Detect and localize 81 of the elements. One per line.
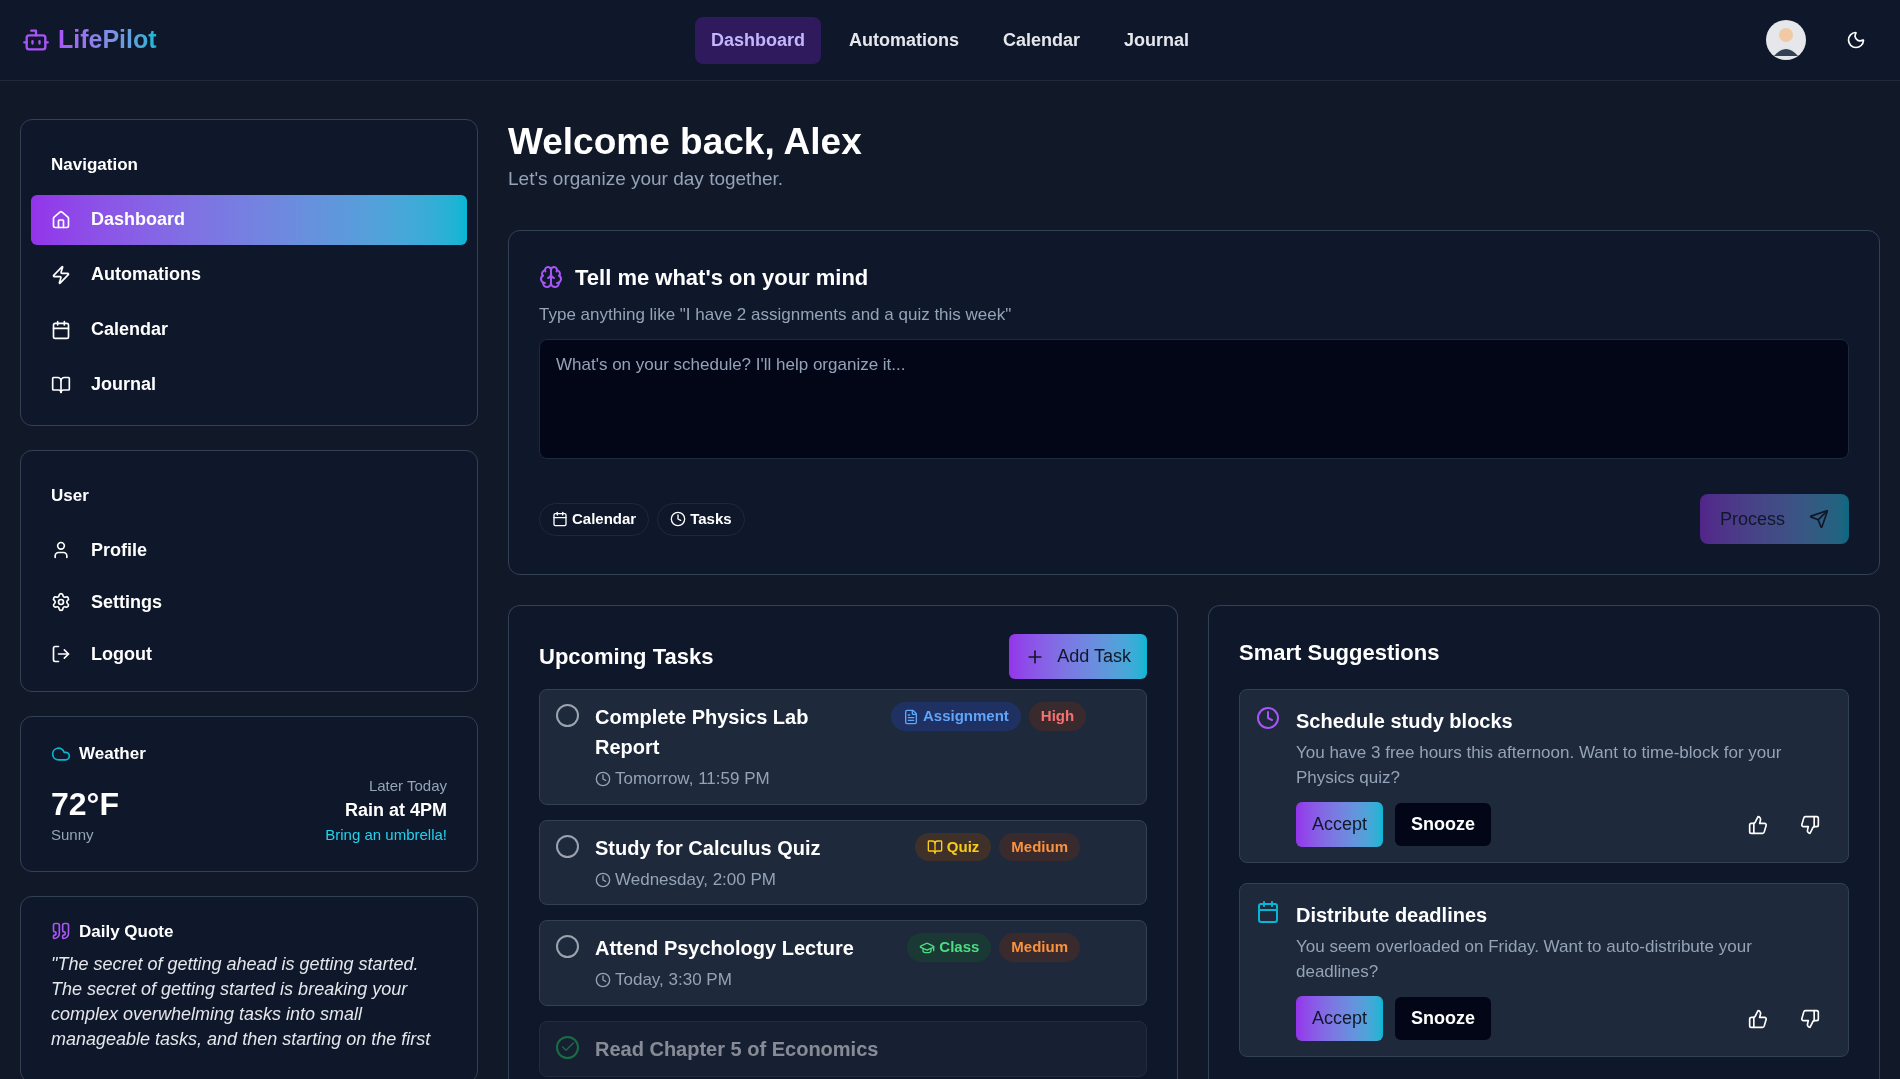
document-icon [903,708,919,725]
thumbs-up-icon[interactable] [1748,1008,1768,1029]
type-tag: Quiz [914,832,992,862]
due-date: Tomorrow, 11:59 PM [615,768,770,791]
send-icon [1809,509,1829,530]
clock-icon [670,511,687,528]
card-title: Daily Quote [79,920,174,943]
priority-tag: High [1028,702,1087,731]
card-title: Weather [79,743,146,765]
add-task-button[interactable]: Add Task [1009,634,1147,680]
quote-icon [51,921,71,942]
page-title: Welcome back, Alex [508,120,863,164]
task-title: Read Chapter 5 of Economics [595,1036,879,1062]
task-title: Complete Physics Lab Report [595,705,810,761]
task-card[interactable]: Study for Calculus Quiz Wednesday, 2:00 PM Quiz Medium [539,819,1147,906]
suggestion-text: You have 3 free hours this afternoon. Want to time-block for your Physics quiz? [1296,742,1783,790]
book-icon [51,374,71,395]
weather-condition: Sunny [51,825,95,845]
nav-tab[interactable]: Calendar [987,16,1096,64]
accept-button[interactable]: Accept [1296,996,1384,1042]
schedule-input[interactable]: What's on your schedule? I'll help organize it... [539,339,1849,460]
sidebar-item[interactable]: Automations [31,249,467,300]
thumbs-down-icon[interactable] [1800,1008,1820,1029]
home-icon [51,209,71,230]
task-card[interactable]: Complete Physics Lab Report Tomorrow, 11:59 PM Assignment High [539,689,1147,805]
avatar[interactable] [1766,20,1806,60]
card-title: Tell me what's on your mind [575,263,869,292]
nav-tab[interactable]: Dashboard [694,16,821,64]
forecast: Rain at 4PM [343,799,447,822]
logout-icon [51,644,71,664]
settings-icon [51,592,71,612]
weather-advice: Bring an umbrella! [325,825,447,845]
clock-icon [1256,706,1280,731]
calendar-icon [1256,900,1280,925]
clock-icon [595,871,611,888]
sidebar-item[interactable]: Dashboard [31,194,467,245]
task-checkbox[interactable] [556,935,579,959]
suggestion-title: Schedule study blocks [1296,709,1514,735]
priority-tag: Medium [999,933,1080,962]
sidebar-item[interactable]: Settings [31,577,467,627]
clock-icon [595,972,611,988]
accept-button[interactable]: Accept [1296,802,1384,848]
calendar-icon [552,511,568,528]
snooze-button[interactable]: Snooze [1395,803,1492,847]
user-icon [51,540,71,560]
book-icon [926,839,943,855]
lightning-icon [51,264,71,285]
page-subtitle: Let's organize your day together. [508,167,785,192]
suggestion-text: You seem overloaded on Friday. Want to auto-distribute your deadlines? [1296,936,1753,984]
task-title: Attend Psychology Lecture [595,936,855,962]
card-title: Smart Suggestions [1239,639,1441,668]
type-tag: Assignment [891,702,1021,731]
section-heading: User [50,484,90,507]
sidebar-item[interactable]: Journal [31,359,467,410]
task-title: Study for Calculus Quiz [595,835,822,861]
sidebar-item[interactable]: Calendar [31,304,467,355]
brain-icon [539,265,563,290]
forecast-label: Later Today [367,775,447,796]
due-date: Today, 3:30 PM [615,969,732,992]
quote-text: "The secret of getting ahead is getting started. The secret of getting started is breaking your complex overwhelming tasks into small manageable tasks, and then starting on the first [51,953,432,1051]
card-title: Upcoming Tasks [539,643,714,672]
input-hint: Type anything like "I have 2 assignments and a quiz this week" [539,303,1013,326]
moon-icon[interactable] [1846,30,1866,50]
section-heading: Navigation [50,154,139,176]
sidebar-item[interactable]: Logout [31,629,467,679]
type-tag: Class [907,933,992,962]
snooze-button[interactable]: Snooze [1395,997,1492,1041]
task-card[interactable]: Attend Psychology Lecture Today, 3:30 PM Class Medium [539,920,1147,1006]
task-checkbox[interactable] [556,834,579,858]
priority-tag: Medium [999,832,1080,862]
suggestion-title: Distribute deadlines [1296,903,1489,929]
thumbs-down-icon[interactable] [1800,814,1820,835]
clock-icon [595,771,611,787]
task-checkbox[interactable] [556,704,579,728]
calendar-icon [51,319,71,340]
thumbs-up-icon[interactable] [1748,814,1768,835]
nav-tab[interactable]: Automations [833,16,975,64]
nav-tab[interactable]: Journal [1108,16,1206,64]
temperature: 72°F [51,785,119,824]
due-date: Wednesday, 2:00 PM [615,868,776,891]
sidebar-item[interactable]: Profile [31,525,467,575]
